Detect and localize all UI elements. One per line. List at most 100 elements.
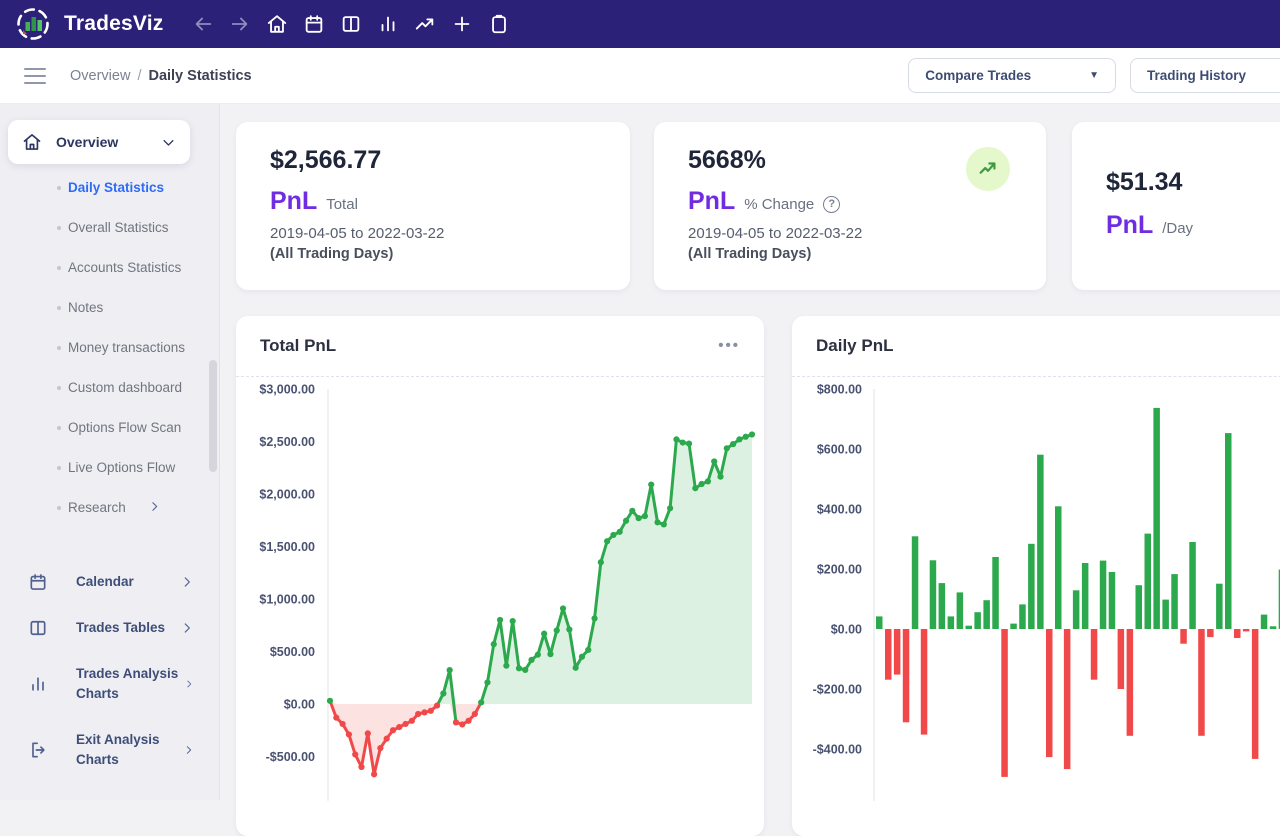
compare-trades-button[interactable]: Compare Trades ▼ [908,58,1116,93]
sidebar-item-overall-statistics[interactable]: Overall Statistics [0,218,220,238]
sidebar-item-options-flow-scan[interactable]: Options Flow Scan [0,418,220,438]
breadcrumb-section[interactable]: Overview [70,68,130,84]
sidebar-item-custom-dashboard[interactable]: Custom dashboard [0,378,220,398]
sidebar-item-research[interactable]: Research [0,498,220,518]
sidebar-item-calendar[interactable]: Calendar [0,572,220,592]
bar-chart-icon[interactable] [376,12,400,36]
navbar-icons [191,12,511,36]
chart-title: Total PnL [260,336,336,356]
metric-name: PnL [688,187,735,216]
breadcrumb: Overview / Daily Statistics [70,68,252,84]
sidebar-item-label: Accounts Statistics [68,258,181,278]
home-icon[interactable] [265,12,289,36]
bar-chart-icon [28,674,48,694]
sidebar-item-overview[interactable]: Overview [8,120,190,164]
bullet-dot [57,506,61,510]
sidebar-item-label: Trades Tables [76,618,165,638]
sidebar: Overview Daily Statistics Overall Statist… [0,104,220,800]
sidebar-item-trades-tables[interactable]: Trades Tables [0,618,220,638]
stat-note: (All Trading Days) [688,246,1012,262]
svg-text:-$500.00: -$500.00 [266,750,315,764]
sidebar-item-label: Notes [68,298,103,318]
total-pnl-chart: $3,000.00$2,500.00$2,000.00$1,500.00$1,0… [236,376,764,800]
add-icon[interactable] [450,12,474,36]
sidebar-item-exit-analysis-charts[interactable]: Exit Analysis Charts [0,730,220,770]
sidebar-item-notes[interactable]: Notes [0,298,220,318]
split-view-icon[interactable] [339,12,363,36]
sidebar-item-money-transactions[interactable]: Money transactions [0,338,220,358]
daily-pnl-chart-card: Daily PnL $800.00$600.00$400.00$200.00$0… [792,316,1280,836]
chevron-right-icon [183,743,194,757]
svg-text:$500.00: $500.00 [270,645,315,659]
sidebar-item-label: Overview [56,134,118,150]
help-icon[interactable]: ? [823,196,840,213]
chevron-right-icon [184,677,194,691]
stat-date-range: 2019-04-05 to 2022-03-22 [270,225,596,242]
bullet-dot [57,186,61,190]
trading-history-label: Trading History [1147,68,1246,83]
forward-arrow-icon[interactable] [228,12,252,36]
calendar-icon [28,572,48,592]
trading-history-button[interactable]: Trading History [1130,58,1280,93]
daily-pnl-plot: $800.00$600.00$400.00$200.00$0.00-$200.0… [792,377,1280,801]
sidebar-subitems: Daily Statistics Overall Statistics Accoun… [0,178,220,538]
breadcrumb-page[interactable]: Daily Statistics [148,68,251,84]
sidebar-item-live-options-flow[interactable]: Live Options Flow [0,458,220,478]
chevron-right-icon [180,575,194,589]
stat-card-pnl-per-day: $51.34 PnL /Day [1072,122,1280,290]
metric-name: PnL [1106,211,1153,240]
brand-link[interactable]: TradesViz [14,5,163,43]
trend-icon[interactable] [413,12,437,36]
svg-text:-$400.00: -$400.00 [813,743,862,757]
svg-text:$1,500.00: $1,500.00 [259,540,315,554]
clipboard-icon[interactable] [487,12,511,36]
sidebar-item-label: Exit Analysis Charts [76,730,183,770]
metric-suffix: /Day [1162,214,1193,237]
svg-text:$2,000.00: $2,000.00 [259,488,315,502]
bullet-dot [57,226,61,230]
sidebar-item-trades-analysis-charts[interactable]: Trades Analysis Charts [0,664,220,704]
home-icon [22,132,42,152]
stat-note: (All Trading Days) [270,246,596,262]
topbar-actions: Compare Trades ▼ Trading History [908,58,1280,93]
sidebar-item-daily-statistics[interactable]: Daily Statistics [0,178,220,198]
metric-name: PnL [270,187,317,216]
sidebar-item-label: Trades Analysis Charts [76,664,184,704]
bullet-dot [57,426,61,430]
compare-trades-label: Compare Trades [925,68,1031,83]
svg-text:$800.00: $800.00 [817,383,862,397]
stat-value: $2,566.77 [270,146,596,175]
bullet-dot [57,306,61,310]
metric-suffix: Total [326,190,358,213]
stat-card-pnl-total: $2,566.77 PnL Total 2019-04-05 to 2022-0… [236,122,630,290]
back-arrow-icon[interactable] [191,12,215,36]
bullet-dot [57,386,61,390]
sidebar-scrollbar[interactable] [209,360,217,472]
table-columns-icon [28,618,48,638]
sidebar-item-label: Overall Statistics [68,218,169,238]
hamburger-menu-icon[interactable] [24,68,46,84]
svg-text:$2,500.00: $2,500.00 [259,435,315,449]
svg-text:$0.00: $0.00 [284,698,315,712]
svg-text:$200.00: $200.00 [817,563,862,577]
breadcrumb-separator: / [137,68,141,84]
sidebar-item-label: Money transactions [68,338,185,358]
stat-value: $51.34 [1106,168,1280,197]
breadcrumb-bar: Overview / Daily Statistics Compare Trad… [0,48,1280,104]
exit-icon [28,740,48,760]
ellipsis-menu-icon[interactable]: ••• [718,341,740,351]
sidebar-item-label: Daily Statistics [68,178,164,198]
svg-text:$3,000.00: $3,000.00 [259,383,315,397]
total-pnl-chart-card: Total PnL ••• $3,000.00 $2,500.00 $2,000.0… [236,316,764,836]
metric-suffix: % Change [744,190,814,213]
stat-value: 5668% [688,146,1012,175]
svg-text:$600.00: $600.00 [817,443,862,457]
stat-date-range: 2019-04-05 to 2022-03-22 [688,225,1012,242]
trend-up-icon [977,158,999,180]
sidebar-item-accounts-statistics[interactable]: Accounts Statistics [0,258,220,278]
chevron-down-icon [161,135,176,150]
brand-name: TradesViz [64,12,163,36]
calendar-icon[interactable] [302,12,326,36]
bullet-dot [57,346,61,350]
total-pnl-plot: $3,000.00$2,500.00$2,000.00$1,500.00$1,0… [236,377,764,801]
